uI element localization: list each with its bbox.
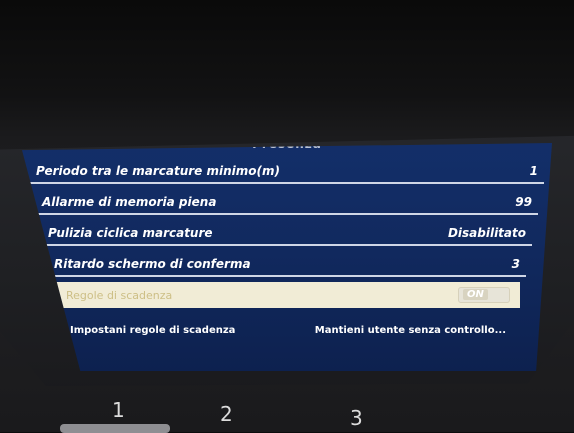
setting-value: Disabilitato bbox=[447, 226, 526, 240]
setting-label: Allarme di memoria piena bbox=[42, 195, 217, 209]
key-3[interactable]: 3 bbox=[350, 406, 363, 430]
setting-row-set-expiry-rules[interactable]: Impostani regole di scadenza Mantieni ut… bbox=[64, 312, 512, 340]
setting-value: 3 bbox=[511, 257, 520, 271]
setting-row-expiry-rules[interactable]: Regole di scadenza ON bbox=[56, 282, 520, 308]
setting-label: Pulizia ciclica marcature bbox=[48, 226, 213, 240]
hardware-keypad: 1 2 3 bbox=[60, 398, 540, 433]
setting-row-min-marking-period[interactable]: Periodo tra le marcature minimo(m) 1 bbox=[30, 156, 544, 184]
setting-label: Periodo tra le marcature minimo(m) bbox=[36, 164, 280, 178]
toggle-state: ON bbox=[463, 289, 488, 300]
setting-label: Regole di scadenza bbox=[66, 289, 173, 302]
setting-value: 1 bbox=[529, 164, 538, 178]
setting-row-cyclic-cleanup[interactable]: Pulizia ciclica marcature Disabilitato bbox=[42, 218, 532, 246]
setting-value: Mantieni utente senza controllo... bbox=[314, 325, 506, 336]
setting-value: 99 bbox=[515, 195, 532, 209]
device-screen: Presenza Periodo tra le marcature minimo… bbox=[22, 143, 552, 371]
setting-label: Impostani regole di scadenza bbox=[70, 325, 236, 336]
key-2[interactable]: 2 bbox=[220, 402, 233, 426]
setting-label: Ritardo schermo di conferma bbox=[54, 257, 251, 271]
setting-row-memory-full-alarm[interactable]: Allarme di memoria piena 99 bbox=[36, 187, 538, 215]
setting-row-confirm-screen-delay[interactable]: Ritardo schermo di conferma 3 bbox=[48, 249, 526, 277]
expiry-rules-toggle[interactable]: ON bbox=[458, 287, 510, 303]
key-1[interactable]: 1 bbox=[112, 398, 125, 422]
